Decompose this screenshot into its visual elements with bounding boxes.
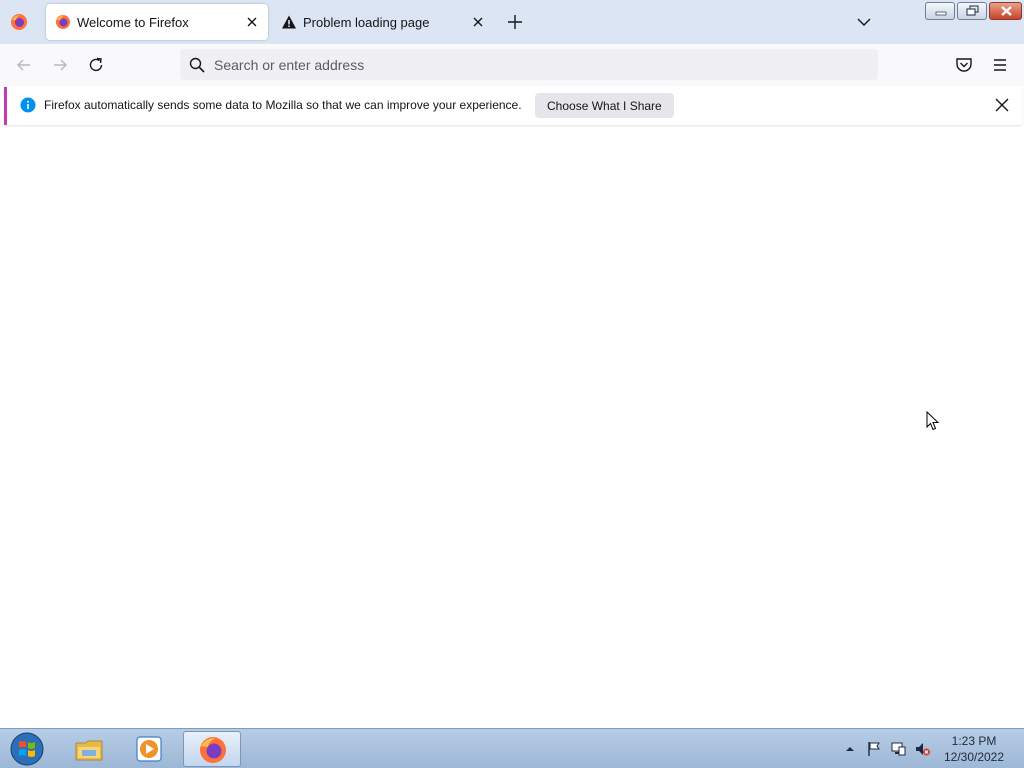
tab-label: Problem loading page: [303, 15, 430, 30]
navigation-toolbar: [0, 44, 1024, 86]
address-bar[interactable]: [180, 49, 878, 80]
clock-date: 12/30/2022: [943, 750, 1005, 764]
tab-welcome[interactable]: Welcome to Firefox: [46, 4, 268, 40]
back-arrow-icon[interactable]: [14, 55, 34, 75]
close-icon: [1001, 6, 1012, 16]
notification-message: Firefox automatically sends some data to…: [44, 98, 522, 112]
clock-time: 1:23 PM: [951, 734, 997, 748]
taskbar-media-player[interactable]: [120, 731, 178, 767]
forward-arrow-icon[interactable]: [50, 55, 70, 75]
windows-taskbar: 1:23 PM 12/30/2022: [0, 728, 1024, 768]
reload-icon[interactable]: [86, 55, 106, 75]
minimize-button[interactable]: [925, 2, 955, 20]
system-clock[interactable]: 1:23 PM 12/30/2022: [938, 733, 1010, 765]
pocket-icon[interactable]: [954, 55, 974, 75]
choose-what-i-share-button[interactable]: Choose What I Share: [535, 93, 674, 118]
close-icon[interactable]: [994, 97, 1010, 113]
firefox-icon[interactable]: [10, 13, 28, 31]
restore-icon: [966, 5, 979, 16]
taskbar-firefox[interactable]: [183, 731, 241, 767]
show-hidden-icons-arrow-icon[interactable]: [843, 742, 857, 756]
taskbar-explorer[interactable]: [60, 731, 118, 767]
search-icon: [189, 57, 205, 73]
info-icon: [20, 97, 36, 113]
chevron-down-icon[interactable]: [855, 13, 873, 31]
network-icon[interactable]: [890, 741, 906, 757]
tab-strip: Welcome to Firefox Problem loading page: [0, 0, 1024, 44]
page-content[interactable]: [0, 127, 1024, 728]
close-tab-icon[interactable]: [470, 14, 486, 30]
windows-explorer-icon: [75, 740, 103, 761]
tab-label: Welcome to Firefox: [77, 15, 189, 30]
volume-muted-icon[interactable]: [914, 741, 930, 757]
new-tab-plus-icon[interactable]: [506, 13, 524, 31]
firefox-icon: [200, 737, 226, 763]
action-center-flag-icon[interactable]: [866, 741, 882, 757]
hamburger-menu-icon[interactable]: [990, 55, 1010, 75]
start-button-icon[interactable]: [8, 731, 46, 767]
url-input[interactable]: [214, 54, 854, 76]
data-collection-notification: Firefox automatically sends some data to…: [4, 87, 1022, 125]
firefox-icon: [56, 15, 70, 29]
restore-button[interactable]: [957, 2, 987, 20]
warning-icon: [282, 15, 296, 29]
close-window-button[interactable]: [989, 2, 1022, 20]
minimize-icon: [935, 11, 947, 16]
tab-problem-loading[interactable]: Problem loading page: [272, 4, 494, 40]
close-tab-icon[interactable]: [244, 14, 260, 30]
mouse-cursor-icon: [926, 411, 940, 431]
media-player-icon: [136, 736, 162, 762]
